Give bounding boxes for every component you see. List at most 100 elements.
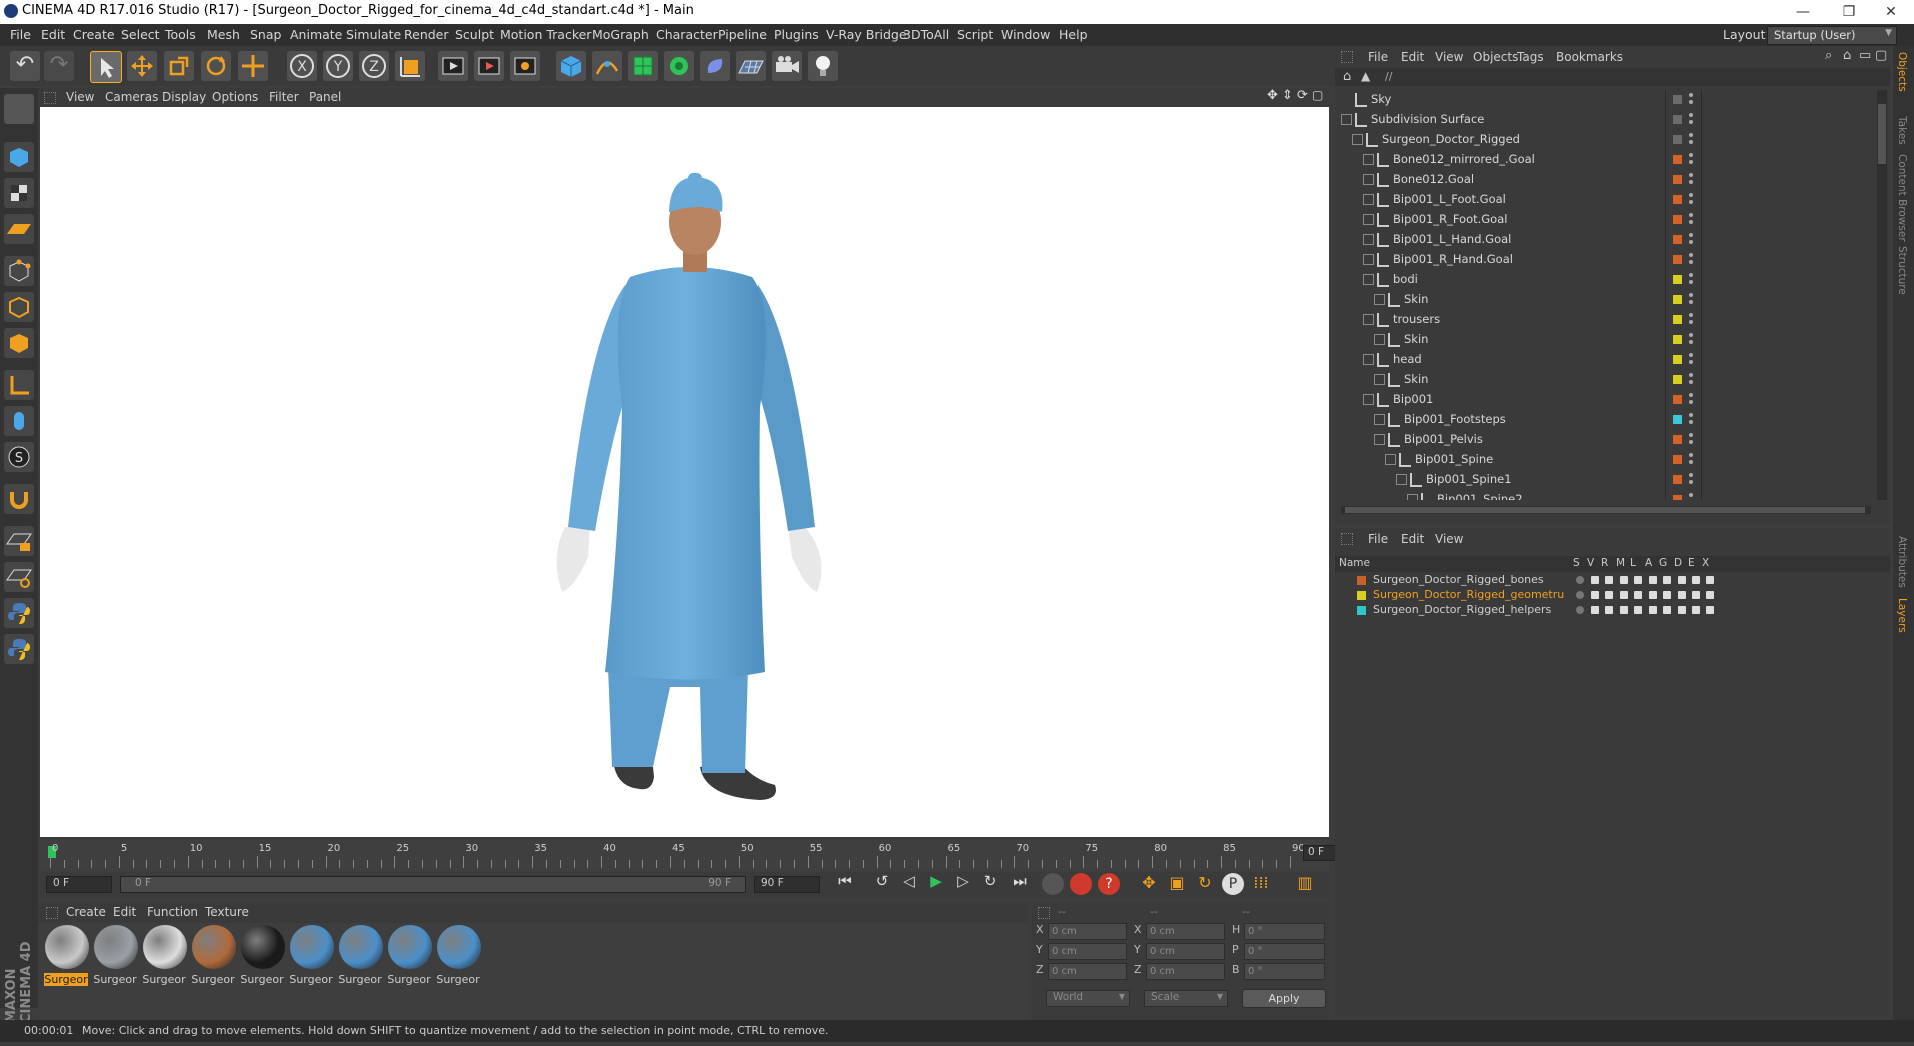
layer-toggle-icon[interactable]: [1576, 591, 1584, 599]
viewport-pan-icon[interactable]: ✥: [1267, 88, 1278, 103]
layer-color-swatch[interactable]: [1673, 495, 1682, 500]
undo-icon[interactable]: ↶: [10, 51, 40, 81]
menu-character[interactable]: Character: [656, 27, 718, 42]
expand-toggle-icon[interactable]: [1396, 474, 1407, 485]
next-key-icon[interactable]: ↻: [978, 872, 1002, 896]
menu-mograph[interactable]: MoGraph: [592, 27, 649, 42]
size-x-field[interactable]: 0 cm: [1146, 923, 1225, 940]
expand-toggle-icon[interactable]: [1363, 254, 1374, 265]
scale-tool-icon[interactable]: [164, 51, 194, 81]
object-tree-row[interactable]: Bip001_Spine2: [1335, 490, 1865, 500]
render-visibility-dot[interactable]: [1689, 400, 1693, 404]
render-visibility-dot[interactable]: [1689, 240, 1693, 244]
material-menu-edit[interactable]: Edit: [113, 905, 136, 919]
points-mode-icon[interactable]: [4, 256, 34, 286]
search-icon[interactable]: ⌕: [1825, 48, 1832, 63]
deformer-icon[interactable]: [700, 51, 730, 81]
position-z-field[interactable]: 0 cm: [1048, 963, 1127, 980]
render-visibility-dot[interactable]: [1689, 120, 1693, 124]
object-tree-row[interactable]: Bip001_R_Hand.Goal: [1335, 250, 1865, 269]
viewport-menu-options[interactable]: Options: [212, 90, 258, 104]
object-tree-row[interactable]: Skin: [1335, 330, 1865, 349]
object-tree-row[interactable]: Bip001_Footsteps: [1335, 410, 1865, 429]
expand-toggle-icon[interactable]: [1374, 334, 1385, 345]
layer-color-swatch[interactable]: [1673, 435, 1682, 444]
render-visibility-dot[interactable]: [1689, 180, 1693, 184]
object-tree-row[interactable]: Bip001_R_Foot.Goal: [1335, 210, 1865, 229]
render-view-icon[interactable]: [438, 51, 468, 81]
layer-color-swatch[interactable]: [1673, 275, 1682, 284]
snap-magnet-icon[interactable]: [4, 484, 34, 514]
layer-color-swatch[interactable]: [1673, 295, 1682, 304]
up-arrow-icon[interactable]: ▲: [1361, 69, 1370, 83]
key-parameter-icon[interactable]: P: [1222, 873, 1244, 895]
layer-toggle-icon[interactable]: [1605, 606, 1613, 614]
render-visibility-dot[interactable]: [1689, 300, 1693, 304]
material-menu-create[interactable]: Create: [66, 905, 106, 919]
new-view-icon[interactable]: ▭: [1859, 48, 1871, 63]
menu-motion-tracker[interactable]: Motion Tracker: [500, 27, 591, 42]
layer-toggle-icon[interactable]: [1678, 591, 1686, 599]
menu-select[interactable]: Select: [121, 27, 160, 42]
editor-visibility-dot[interactable]: [1689, 273, 1693, 277]
layer-color-swatch[interactable]: [1673, 155, 1682, 164]
goto-start-icon[interactable]: ⏮: [833, 872, 857, 896]
goto-end-icon[interactable]: ⏭: [1008, 872, 1032, 896]
menu-mesh[interactable]: Mesh: [207, 27, 240, 42]
menu-simulate[interactable]: Simulate: [346, 27, 401, 42]
prev-frame-icon[interactable]: ◁: [897, 872, 921, 896]
expand-toggle-icon[interactable]: [1341, 114, 1352, 125]
layer-color-swatch[interactable]: [1673, 355, 1682, 364]
object-tree-row[interactable]: Subdivision Surface: [1335, 110, 1865, 129]
layer-color-swatch[interactable]: [1673, 255, 1682, 264]
timeline-ruler[interactable]: 0 5 10 15 20 25 30 35 40 45 50 55 60 65 70 75 80 85 90 0 F: [40, 840, 1365, 870]
python-icon[interactable]: [4, 598, 34, 628]
material-swatch[interactable]: Surgeor: [142, 923, 188, 1013]
layer-color-swatch[interactable]: [1673, 455, 1682, 464]
object-tree-row[interactable]: bodi: [1335, 270, 1865, 289]
render-visibility-dot[interactable]: [1689, 140, 1693, 144]
layer-toggle-icon[interactable]: [1634, 576, 1642, 584]
om-menu-file[interactable]: File: [1368, 50, 1388, 64]
3d-viewport[interactable]: [40, 107, 1329, 837]
layer-color-swatch[interactable]: [1673, 375, 1682, 384]
menu-render[interactable]: Render: [404, 27, 449, 42]
layout-dropdown[interactable]: Startup (User) ▼: [1767, 26, 1897, 45]
editor-visibility-dot[interactable]: [1689, 173, 1693, 177]
layer-color-swatch[interactable]: [1673, 115, 1682, 124]
object-tree-row[interactable]: Bip001_L_Hand.Goal: [1335, 230, 1865, 249]
menu-vray-bridge[interactable]: V-Ray Bridge: [826, 27, 907, 42]
layer-toggle-icon[interactable]: [1678, 576, 1686, 584]
pen-spline-icon[interactable]: [592, 51, 622, 81]
key-pla-icon[interactable]: ⁞⁞⁞: [1250, 873, 1272, 895]
material-menu-function[interactable]: Function: [147, 905, 198, 919]
layer-color-swatch[interactable]: [1673, 175, 1682, 184]
key-position-icon[interactable]: ✥: [1138, 873, 1160, 895]
start-frame-field[interactable]: 0 F: [46, 876, 112, 893]
camera-icon[interactable]: [772, 51, 802, 81]
expand-toggle-icon[interactable]: [1374, 434, 1385, 445]
layer-toggle-icon[interactable]: [1576, 576, 1584, 584]
live-selection-icon[interactable]: [238, 51, 268, 81]
key-rotation-icon[interactable]: ↻: [1194, 873, 1216, 895]
cube-icon[interactable]: [556, 51, 586, 81]
editor-visibility-dot[interactable]: [1689, 373, 1693, 377]
object-tree-row[interactable]: Bip001_L_Foot.Goal: [1335, 190, 1865, 209]
layer-toggle-icon[interactable]: [1634, 591, 1642, 599]
material-menu-texture[interactable]: Texture: [205, 905, 249, 919]
render-visibility-dot[interactable]: [1689, 100, 1693, 104]
axis-mode-icon[interactable]: [4, 370, 34, 400]
python-script-icon[interactable]: [4, 634, 34, 664]
layer-toggle-icon[interactable]: [1692, 606, 1700, 614]
redo-icon[interactable]: ↷: [44, 51, 74, 81]
x-axis-icon[interactable]: X: [287, 51, 317, 81]
editor-visibility-dot[interactable]: [1689, 313, 1693, 317]
om-menu-objects[interactable]: Objects: [1473, 50, 1518, 64]
workplane-mode-icon[interactable]: [4, 214, 34, 244]
y-axis-icon[interactable]: Y: [323, 51, 353, 81]
coordinate-system-icon[interactable]: [395, 51, 425, 81]
object-tree-row[interactable]: Bip001_Spine: [1335, 450, 1865, 469]
layer-color-swatch[interactable]: [1673, 335, 1682, 344]
layer-toggle-icon[interactable]: [1620, 591, 1628, 599]
layer-toggle-icon[interactable]: [1649, 606, 1657, 614]
